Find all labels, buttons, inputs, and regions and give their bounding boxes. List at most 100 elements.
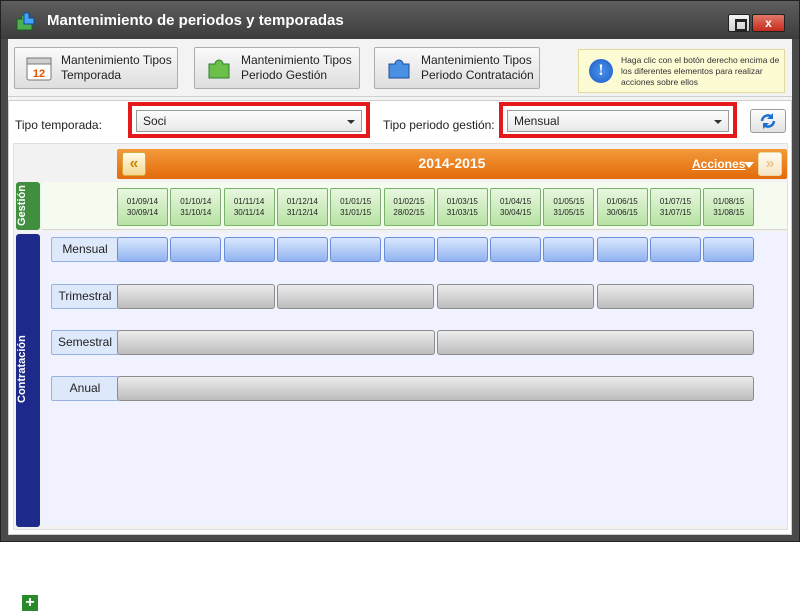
row-label-mensual[interactable]: Mensual xyxy=(51,237,119,262)
period-start-date: 01/11/14 xyxy=(233,197,265,206)
tipos-temporada-label: Mantenimiento Tipos Temporada xyxy=(61,53,172,82)
gestion-period-cell[interactable]: 01/05/15 31/05/15 xyxy=(543,188,595,226)
gestion-period-cell[interactable]: 01/08/15 31/08/15 xyxy=(703,188,755,226)
contratacion-slot[interactable] xyxy=(490,237,542,262)
period-start-date: 01/04/15 xyxy=(500,197,532,206)
contratacion-slot[interactable] xyxy=(436,330,755,355)
title-bar: Mantenimiento de periodos y temporadas x xyxy=(1,1,799,39)
contratacion-slot[interactable] xyxy=(330,237,382,262)
tipo-periodo-select[interactable]: Mensual xyxy=(507,110,729,132)
tipos-periodo-gestion-label: Mantenimiento Tipos Periodo Gestión xyxy=(241,53,352,82)
svg-text:12: 12 xyxy=(33,68,45,80)
client-area: 12 Mantenimiento Tipos Temporada Manteni… xyxy=(8,39,792,612)
period-end-date: 31/03/15 xyxy=(446,208,478,217)
refresh-button[interactable] xyxy=(750,109,786,133)
gestion-period-cell[interactable]: 01/03/15 31/03/15 xyxy=(436,188,488,226)
tipos-periodo-gestion-button[interactable]: Mantenimiento Tipos Periodo Gestión xyxy=(194,47,360,89)
period-grid: « 2014-2015 Acciones » Gestión 01/09/14 3… xyxy=(13,143,788,612)
period-start-date: 01/08/15 xyxy=(713,197,745,206)
info-icon: ! xyxy=(589,59,613,83)
contratacion-slot[interactable] xyxy=(170,237,222,262)
main-panel: Tipo temporada: Soci Tipo periodo gestió… xyxy=(8,100,792,612)
period-end-date: 31/10/14 xyxy=(180,208,212,217)
contratacion-slot[interactable] xyxy=(117,376,755,401)
period-start-date: 01/06/15 xyxy=(606,197,638,206)
refresh-icon xyxy=(760,113,776,129)
contratacion-strip: Contratación + xyxy=(16,234,40,612)
main-window: Mantenimiento de periodos y temporadas x… xyxy=(0,0,800,612)
period-end-date: 31/08/15 xyxy=(713,208,745,217)
period-start-date: 01/02/15 xyxy=(393,197,425,206)
period-start-date: 01/05/15 xyxy=(553,197,585,206)
calendar-icon: 12 xyxy=(26,57,52,81)
tipo-temporada-select[interactable]: Soci xyxy=(136,110,362,132)
gestion-period-cell[interactable]: 01/07/15 31/07/15 xyxy=(650,188,701,226)
period-end-date: 31/01/15 xyxy=(340,208,372,217)
contratacion-slot[interactable] xyxy=(117,237,168,262)
row-label-anual[interactable]: Anual xyxy=(51,376,119,401)
blue-puzzle-icon xyxy=(388,59,410,79)
period-start-date: 01/07/15 xyxy=(659,197,692,206)
period-end-date: 30/04/15 xyxy=(500,208,532,217)
window-title: Mantenimiento de periodos y temporadas xyxy=(47,12,344,29)
period-start-date: 01/01/15 xyxy=(340,197,372,206)
acciones-dropdown-icon[interactable] xyxy=(744,162,754,168)
contratacion-slot[interactable] xyxy=(650,237,701,262)
close-button[interactable]: x xyxy=(752,14,785,32)
tipos-temporada-button[interactable]: 12 Mantenimiento Tipos Temporada xyxy=(14,47,178,89)
contratacion-slot[interactable] xyxy=(543,237,595,262)
acciones-menu[interactable]: Acciones xyxy=(692,157,745,171)
restore-button[interactable] xyxy=(728,14,750,32)
gestion-period-cell[interactable]: 01/09/14 30/09/14 xyxy=(117,188,168,226)
contratacion-slot[interactable] xyxy=(276,284,435,309)
gestion-period-cell[interactable]: 01/01/15 31/01/15 xyxy=(330,188,382,226)
tipo-temporada-label: Tipo temporada: xyxy=(15,118,102,132)
contratacion-slot[interactable] xyxy=(117,284,275,309)
gestion-period-cell[interactable]: 01/04/15 30/04/15 xyxy=(490,188,542,226)
contratacion-slot[interactable] xyxy=(703,237,755,262)
contratacion-slot[interactable] xyxy=(436,284,595,309)
gestion-period-cell[interactable]: 01/02/15 28/02/15 xyxy=(383,188,435,226)
contratacion-slot[interactable] xyxy=(596,284,755,309)
gestion-strip: Gestión xyxy=(16,182,40,230)
tipo-periodo-label: Tipo periodo gestión: xyxy=(383,118,495,132)
period-end-date: 30/09/14 xyxy=(126,208,159,217)
gestion-period-cell[interactable]: 01/06/15 30/06/15 xyxy=(596,188,648,226)
gestion-row: 01/09/14 30/09/14 01/10/14 31/10/14 01/11/14… xyxy=(42,182,787,230)
period-start-date: 01/10/14 xyxy=(180,197,212,206)
contratacion-slot[interactable] xyxy=(436,237,488,262)
period-start-date: 01/03/15 xyxy=(446,197,478,206)
gestion-period-cell[interactable]: 01/12/14 31/12/14 xyxy=(276,188,328,226)
contratacion-slot[interactable] xyxy=(596,237,648,262)
green-puzzle-icon xyxy=(208,59,230,79)
contratacion-slot[interactable] xyxy=(117,330,435,355)
add-icon[interactable]: + xyxy=(21,594,39,612)
row-label-trimestral[interactable]: Trimestral xyxy=(51,284,119,309)
chevron-down-icon xyxy=(347,120,355,124)
row-label-semestral[interactable]: Semestral xyxy=(51,330,119,355)
contratacion-slot[interactable] xyxy=(383,237,435,262)
gestion-period-cell[interactable]: 01/10/14 31/10/14 xyxy=(170,188,222,226)
gestion-period-cell[interactable]: 01/11/14 30/11/14 xyxy=(223,188,275,226)
period-end-date: 31/05/15 xyxy=(553,208,585,217)
tipos-periodo-contratacion-label: Mantenimiento Tipos Periodo Contratación xyxy=(421,53,534,82)
period-end-date: 30/11/14 xyxy=(233,208,265,217)
app-puzzle-icon xyxy=(16,12,35,31)
period-start-date: 01/09/14 xyxy=(126,197,159,206)
help-tip-text: Haga clic con el botón derecho encima de… xyxy=(621,54,780,87)
toolbar: 12 Mantenimiento Tipos Temporada Manteni… xyxy=(8,39,792,97)
period-end-date: 30/06/15 xyxy=(606,208,638,217)
contratacion-slot[interactable] xyxy=(276,237,328,262)
tipo-periodo-value: Mensual xyxy=(514,114,560,128)
tipo-temporada-value: Soci xyxy=(143,114,167,128)
year-bar: « 2014-2015 Acciones » xyxy=(117,149,787,179)
contratacion-label: Contratación xyxy=(16,335,28,403)
help-tip: ! Haga clic con el botón derecho encima … xyxy=(578,49,785,93)
contratacion-area: Mensual Trimestral Semestral Anual xyxy=(42,232,787,525)
period-start-date: 01/12/14 xyxy=(286,197,318,206)
gestion-label: Gestión xyxy=(16,185,28,226)
contratacion-slot[interactable] xyxy=(223,237,275,262)
next-year-button[interactable]: » xyxy=(758,152,782,176)
year-label: 2014-2015 xyxy=(418,155,486,171)
tipos-periodo-contratacion-button[interactable]: Mantenimiento Tipos Periodo Contratación xyxy=(374,47,540,89)
